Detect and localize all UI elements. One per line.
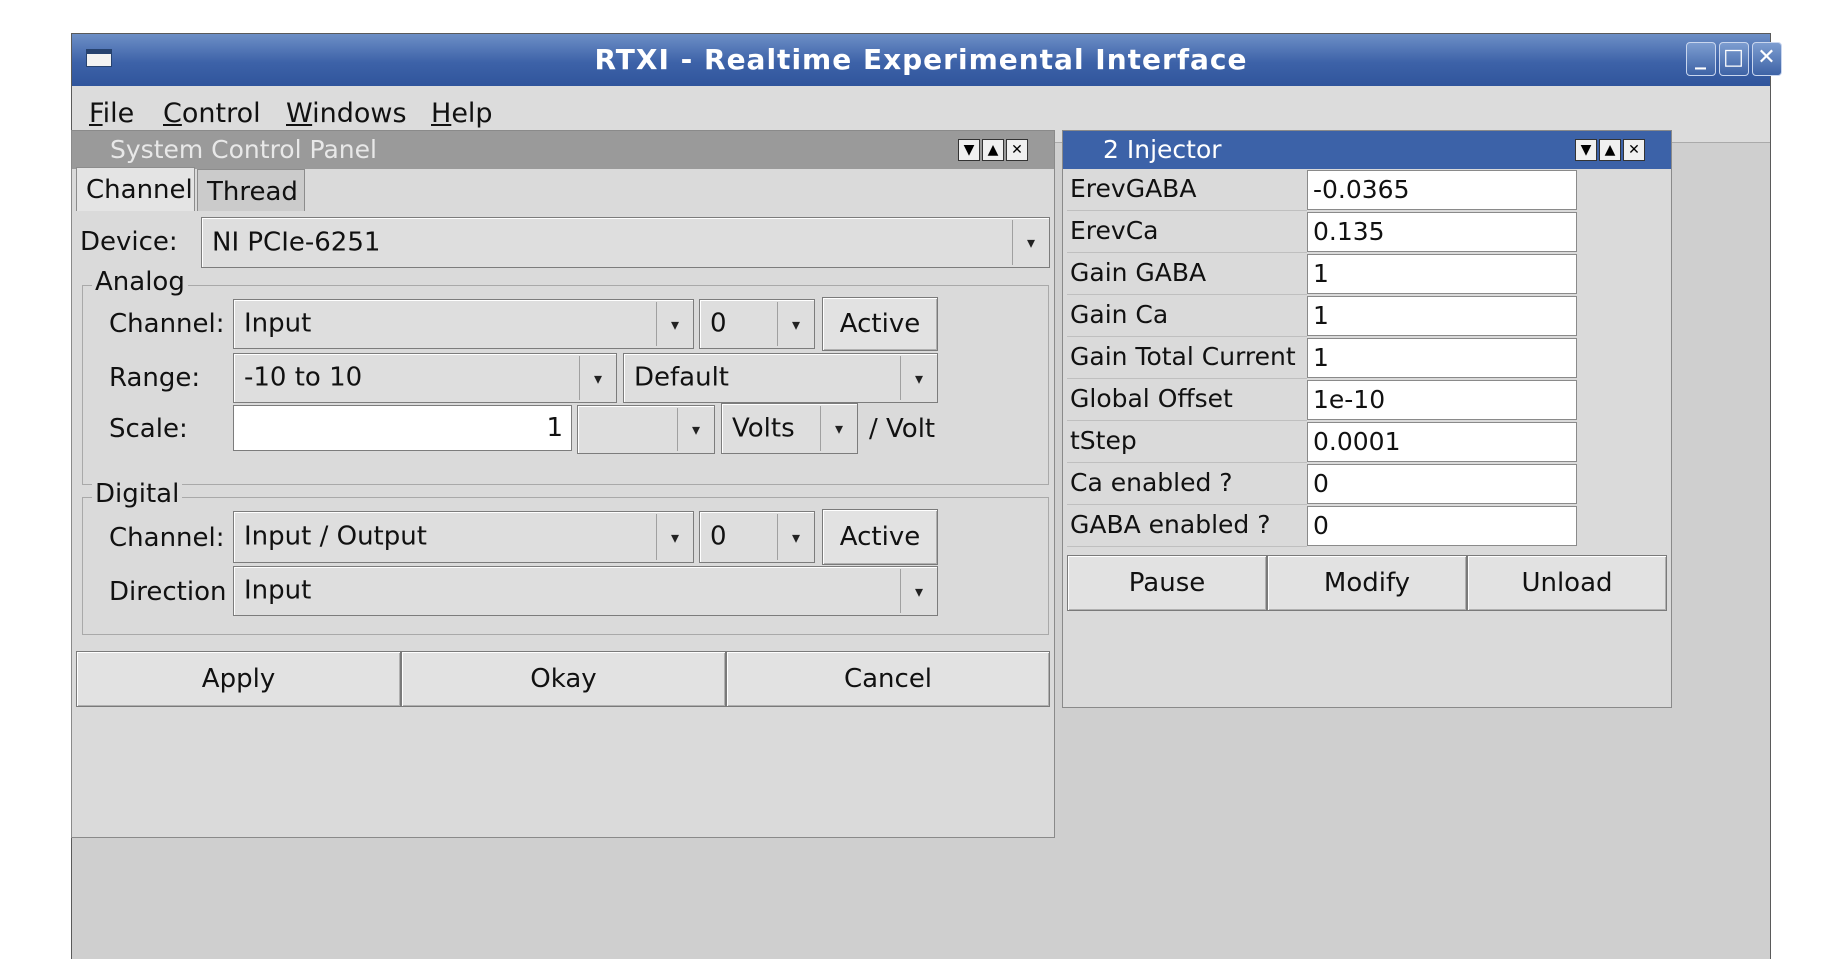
digital-legend: Digital [92,479,183,509]
shade-up-icon[interactable]: ▲ [982,139,1004,161]
chevron-down-icon: ▾ [900,569,937,613]
digital-channel-type-select[interactable]: Input / Output ▾ [233,511,694,563]
param-value-input[interactable]: 1 [1307,338,1577,378]
param-name: Global Offset [1067,379,1307,421]
shade-down-icon[interactable]: ▼ [958,139,980,161]
analog-channel-number-select[interactable]: 0 ▾ [699,299,815,349]
param-row: ErevGABA -0.0365 [1067,169,1577,211]
chevron-down-icon: ▾ [777,302,814,346]
param-row: Gain Ca 1 [1067,295,1577,337]
param-name: Gain Total Current [1067,337,1307,379]
param-value-input[interactable]: 0 [1307,506,1577,546]
injector-params-table: ErevGABA -0.0365 ErevCa 0.135 Gain GABA … [1067,169,1577,547]
analog-channel-type-value: Input [244,308,312,339]
param-row: Global Offset 1e-10 [1067,379,1577,421]
cancel-button[interactable]: Cancel [726,651,1050,707]
digital-channel-number-value: 0 [710,521,727,552]
device-select[interactable]: NI PCIe-6251 ▾ [201,217,1050,268]
param-row: ErevCa 0.135 [1067,211,1577,253]
analog-scale-input[interactable]: 1 [233,405,572,451]
injector-panel: 2 Injector ▼ ▲ ✕ ErevGABA -0.0365 ErevCa… [1062,130,1672,708]
param-value-input[interactable]: 1e-10 [1307,380,1577,420]
analog-reference-value: Default [634,362,729,393]
param-row: GABA enabled ? 0 [1067,505,1577,547]
close-button[interactable]: ✕ [1752,42,1782,76]
window-titlebar[interactable]: RTXI - Realtime Experimental Interface _… [72,34,1782,86]
panel-close-icon[interactable]: ✕ [1006,139,1028,161]
maximize-button[interactable]: □ [1719,42,1749,76]
chevron-down-icon: ▾ [777,514,814,560]
pause-button[interactable]: Pause [1067,555,1267,611]
analog-channel-label: Channel: [109,309,225,339]
chevron-down-icon: ▾ [656,302,693,346]
window-title: RTXI - Realtime Experimental Interface [594,43,1248,76]
okay-button[interactable]: Okay [401,651,726,707]
param-name: tStep [1067,421,1307,463]
minimize-button[interactable]: _ [1686,42,1716,76]
analog-scale-units-select[interactable]: Volts ▾ [721,403,858,454]
param-row: Gain Total Current 1 [1067,337,1577,379]
param-value-input[interactable]: 1 [1307,254,1577,294]
analog-channel-type-select[interactable]: Input ▾ [233,299,694,349]
unload-button[interactable]: Unload [1467,555,1667,611]
analog-scale-prefix-select[interactable]: ▾ [577,405,715,454]
digital-direction-label: Direction [109,577,227,607]
chevron-down-icon: ▾ [656,514,693,560]
param-name: ErevGABA [1067,169,1307,211]
tab-channel[interactable]: Channel [76,167,195,211]
device-value: NI PCIe-6251 [212,226,381,257]
param-row: Gain GABA 1 [1067,253,1577,295]
analog-reference-select[interactable]: Default ▾ [623,353,938,403]
tab-thread[interactable]: Thread [197,169,305,211]
injector-panel-titlebar[interactable]: 2 Injector ▼ ▲ ✕ [1063,131,1671,169]
chevron-down-icon: ▾ [900,356,937,400]
param-value-input[interactable]: 0 [1307,464,1577,504]
shade-down-icon[interactable]: ▼ [1575,139,1597,161]
param-name: ErevCa [1067,211,1307,253]
param-value-input[interactable]: 0.0001 [1307,422,1577,462]
system-control-panel-titlebar[interactable]: System Control Panel ▼ ▲ ✕ [72,131,1054,169]
apply-button[interactable]: Apply [76,651,401,707]
modify-button[interactable]: Modify [1267,555,1467,611]
param-value-input[interactable]: -0.0365 [1307,170,1577,210]
menu-file[interactable]: File [89,98,134,129]
param-name: Gain GABA [1067,253,1307,295]
chevron-down-icon: ▾ [579,356,616,400]
param-row: tStep 0.0001 [1067,421,1577,463]
injector-panel-title: 2 Injector [1103,135,1222,164]
param-value-input[interactable]: 0.135 [1307,212,1577,252]
chevron-down-icon: ▾ [1012,220,1049,265]
panel-close-icon[interactable]: ✕ [1623,139,1645,161]
system-control-panel-title: System Control Panel [110,135,377,164]
digital-active-button[interactable]: Active [822,509,938,565]
system-control-panel: System Control Panel ▼ ▲ ✕ Channel Threa… [71,130,1055,838]
analog-legend: Analog [92,267,188,297]
param-value-input[interactable]: 1 [1307,296,1577,336]
shade-up-icon[interactable]: ▲ [1599,139,1621,161]
analog-range-label: Range: [109,363,201,393]
analog-scale-units-value: Volts [732,412,795,443]
analog-channel-number-value: 0 [710,308,727,339]
analog-range-select[interactable]: -10 to 10 ▾ [233,353,617,403]
menu-windows[interactable]: Windows [286,98,407,129]
menu-control[interactable]: Control [163,98,261,129]
param-row: Ca enabled ? 0 [1067,463,1577,505]
digital-channel-type-value: Input / Output [244,521,427,552]
digital-direction-value: Input [244,575,312,606]
param-name: GABA enabled ? [1067,505,1307,547]
chevron-down-icon: ▾ [820,406,857,451]
analog-scale-suffix: / Volt [869,414,936,444]
device-label: Device: [80,227,178,257]
digital-channel-number-select[interactable]: 0 ▾ [699,511,815,563]
analog-range-value: -10 to 10 [244,362,363,393]
analog-scale-label: Scale: [109,414,188,444]
menu-help[interactable]: Help [431,98,493,129]
chevron-down-icon: ▾ [677,408,714,451]
digital-direction-select[interactable]: Input ▾ [233,566,938,616]
analog-active-button[interactable]: Active [822,297,938,351]
param-name: Gain Ca [1067,295,1307,337]
digital-channel-label: Channel: [109,523,225,553]
param-name: Ca enabled ? [1067,463,1307,505]
